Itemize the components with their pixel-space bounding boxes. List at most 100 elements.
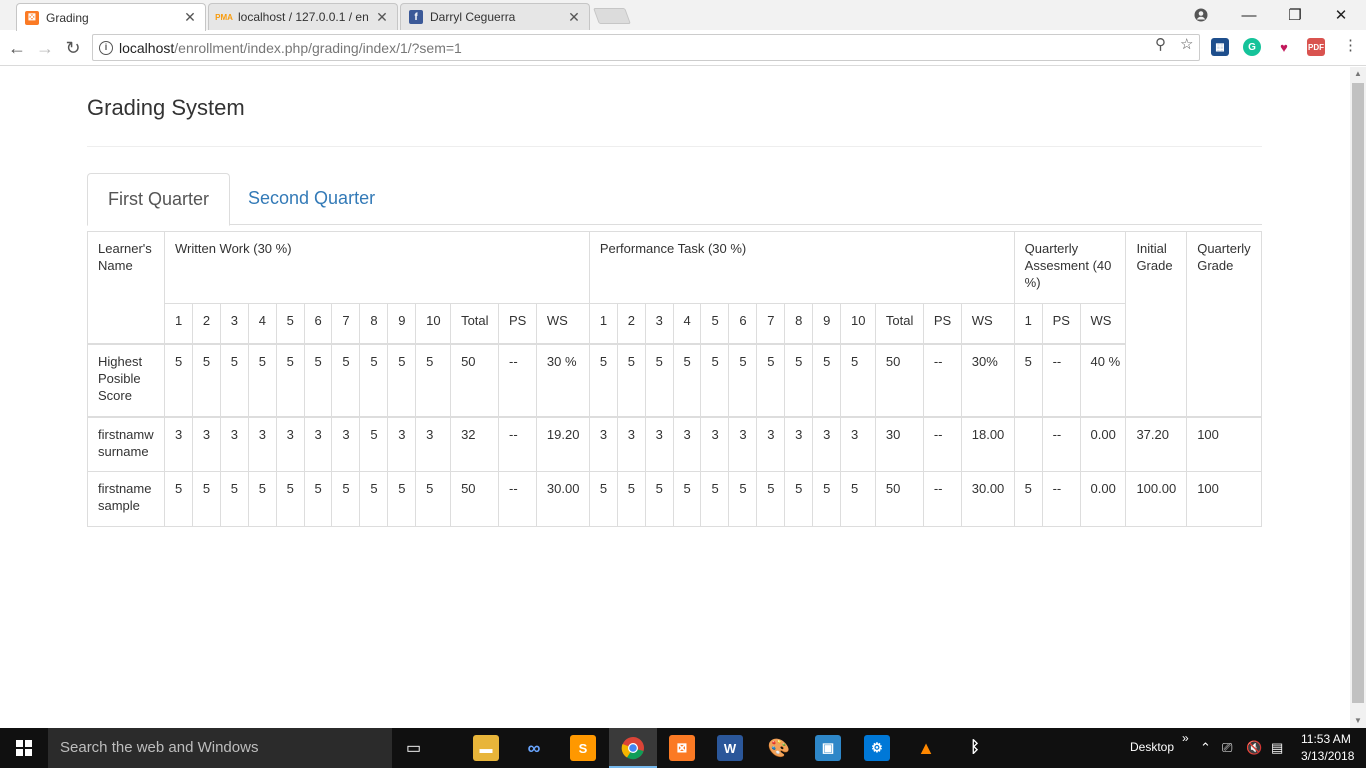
clock-time[interactable]: 11:53 AM bbox=[1301, 732, 1351, 746]
new-tab-button[interactable] bbox=[593, 8, 631, 24]
ww-score-cell: 3 bbox=[247, 415, 277, 472]
taskbar-search[interactable]: Search the web and Windows bbox=[48, 728, 392, 768]
header-quarterly-grade: Quarterly Grade bbox=[1186, 231, 1262, 417]
file-explorer-icon[interactable]: ▬ bbox=[473, 735, 499, 761]
subheader-pt-7: 8 bbox=[784, 303, 814, 344]
bluetooth-icon[interactable]: ᛒ bbox=[962, 735, 988, 761]
pt-score-cell: 5 bbox=[784, 471, 814, 527]
close-icon[interactable]: ✕ bbox=[375, 9, 389, 26]
reload-button[interactable]: ↻ bbox=[61, 36, 85, 60]
desktop-toolbar-label[interactable]: Desktop bbox=[1130, 740, 1174, 754]
initial-grade-cell: 37.20 bbox=[1125, 415, 1188, 472]
subheader-ww-10: Total bbox=[450, 303, 499, 344]
vlc-icon[interactable]: ▲ bbox=[913, 735, 939, 761]
facebook-icon: f bbox=[409, 10, 423, 24]
url-path: /enrollment/index.php/grading/index/1/?s… bbox=[174, 39, 462, 56]
notifications-icon[interactable]: ▤ bbox=[1271, 740, 1283, 756]
start-button[interactable] bbox=[0, 728, 48, 768]
xampp-taskbar-icon[interactable]: ⊠ bbox=[669, 735, 695, 761]
ww-score-cell: 5 bbox=[219, 342, 249, 417]
grammarly-extension-icon[interactable]: G bbox=[1243, 38, 1261, 56]
subheader-ww-2: 3 bbox=[219, 303, 249, 344]
chrome-icon[interactable] bbox=[620, 735, 646, 761]
pt-score-cell: 5 bbox=[756, 471, 786, 527]
pt-score-cell: -- bbox=[922, 415, 962, 472]
task-view-icon[interactable]: ▭ bbox=[406, 738, 421, 758]
scroll-up-icon[interactable]: ▲ bbox=[1350, 67, 1366, 81]
infinity-app-icon[interactable]: ∞ bbox=[521, 735, 547, 761]
settings-icon[interactable]: ⚙ bbox=[864, 735, 890, 761]
profile-icon[interactable] bbox=[1178, 0, 1224, 30]
pdf-extension-icon[interactable]: PDF bbox=[1307, 38, 1325, 56]
subheader-pt-10: Total bbox=[874, 303, 924, 344]
ww-score-cell: 5 bbox=[191, 342, 221, 417]
browser-tab-facebook[interactable]: f Darryl Ceguerra ✕ bbox=[400, 3, 590, 30]
browser-tab-phpmyadmin[interactable]: PMA localhost / 127.0.0.1 / en ✕ bbox=[208, 3, 398, 30]
learner-name-cell: firstname sample bbox=[87, 471, 165, 527]
page-title: Grading System bbox=[87, 95, 245, 120]
ww-score-cell: 30.00 bbox=[535, 471, 590, 527]
forward-button[interactable]: → bbox=[33, 36, 57, 60]
scroll-down-icon[interactable]: ▼ bbox=[1350, 714, 1366, 728]
control-panel-icon[interactable]: ▣ bbox=[815, 735, 841, 761]
scrollbar-thumb[interactable] bbox=[1352, 83, 1364, 703]
subheader-ww-9: 10 bbox=[415, 303, 452, 344]
close-window-button[interactable]: ✕ bbox=[1318, 0, 1364, 30]
subheader-qa-1: PS bbox=[1041, 303, 1081, 344]
header-learner-name: Learner's Name bbox=[87, 231, 165, 344]
volume-muted-icon[interactable]: 🔇 bbox=[1246, 740, 1262, 756]
qa-score-cell: -- bbox=[1041, 471, 1081, 527]
subheader-ww-3: 4 bbox=[247, 303, 277, 344]
toolbar-more-label[interactable]: » bbox=[1182, 731, 1189, 745]
tab-title: Grading bbox=[46, 10, 89, 25]
info-icon[interactable]: i bbox=[99, 40, 113, 55]
pt-score-cell: 30.00 bbox=[960, 471, 1015, 527]
ww-score-cell: 32 bbox=[450, 415, 499, 472]
pt-score-cell: 3 bbox=[812, 415, 841, 472]
clock-date[interactable]: 3/13/2018 bbox=[1301, 749, 1354, 763]
windows-icon bbox=[16, 740, 32, 756]
close-icon[interactable]: ✕ bbox=[567, 9, 581, 26]
address-bar[interactable]: i localhost/enrollment/index.php/grading… bbox=[92, 34, 1200, 61]
highest-score-row: Highest Posible Score 5 5 5 5 5 5 5 5 5 5 50 -- 30 % 5… bbox=[87, 342, 1262, 417]
browser-tab-grading[interactable]: ⊠ Grading ✕ bbox=[16, 3, 206, 31]
ww-score-cell: 5 bbox=[247, 342, 277, 417]
pt-score-cell: 50 bbox=[874, 342, 924, 417]
page-content: Grading System First Quarter Second Quar… bbox=[0, 67, 1350, 728]
subheader-pt-6: 7 bbox=[756, 303, 786, 344]
show-hidden-icons-icon[interactable]: ⌃ bbox=[1200, 740, 1211, 756]
ww-score-cell: 5 bbox=[331, 471, 361, 527]
ww-score-cell: 5 bbox=[387, 471, 417, 527]
subheader-ww-7: 8 bbox=[359, 303, 389, 344]
clapper-extension-icon[interactable]: ▦ bbox=[1211, 38, 1229, 56]
close-icon[interactable]: ✕ bbox=[183, 9, 197, 26]
pt-score-cell: 5 bbox=[756, 342, 786, 417]
minimize-button[interactable]: — bbox=[1226, 0, 1272, 30]
sublime-text-icon[interactable]: S bbox=[570, 735, 596, 761]
back-button[interactable]: ← bbox=[5, 36, 29, 60]
subheader-ww-6: 7 bbox=[331, 303, 361, 344]
page-scrollbar[interactable]: ▲ ▼ bbox=[1350, 67, 1366, 728]
zoom-icon[interactable]: ⚲ bbox=[1155, 35, 1166, 53]
subheader-pt-3: 4 bbox=[672, 303, 702, 344]
ww-score-cell: 5 bbox=[247, 471, 277, 527]
restore-button[interactable]: ❐ bbox=[1272, 0, 1318, 30]
tab-first-quarter[interactable]: First Quarter bbox=[87, 173, 231, 226]
tab-second-quarter[interactable]: Second Quarter bbox=[228, 173, 395, 225]
paint-icon[interactable]: 🎨 bbox=[766, 735, 792, 761]
word-icon[interactable]: W bbox=[717, 735, 743, 761]
heart-extension-icon[interactable]: ♥ bbox=[1275, 38, 1293, 56]
pt-score-cell: 3 bbox=[616, 415, 646, 472]
ww-score-cell: 5 bbox=[387, 342, 417, 417]
ww-score-cell: 50 bbox=[450, 471, 499, 527]
student-row: firstnamw surname 3 3 3 3 3 3 3 5 3 3 32 -- 19.20 3 3 3 3… bbox=[87, 415, 1262, 472]
ww-score-cell: 3 bbox=[191, 415, 221, 472]
pt-score-cell: 3 bbox=[588, 415, 618, 472]
menu-icon[interactable]: ⋮ bbox=[1343, 36, 1358, 54]
network-icon[interactable]: ⎚ bbox=[1222, 740, 1232, 756]
ww-score-cell: 3 bbox=[303, 415, 333, 472]
bookmark-star-icon[interactable]: ☆ bbox=[1180, 35, 1193, 53]
header-performance-task: Performance Task (30 %) bbox=[588, 231, 1015, 304]
pt-score-cell: 5 bbox=[728, 471, 758, 527]
ww-score-cell: -- bbox=[497, 415, 537, 472]
